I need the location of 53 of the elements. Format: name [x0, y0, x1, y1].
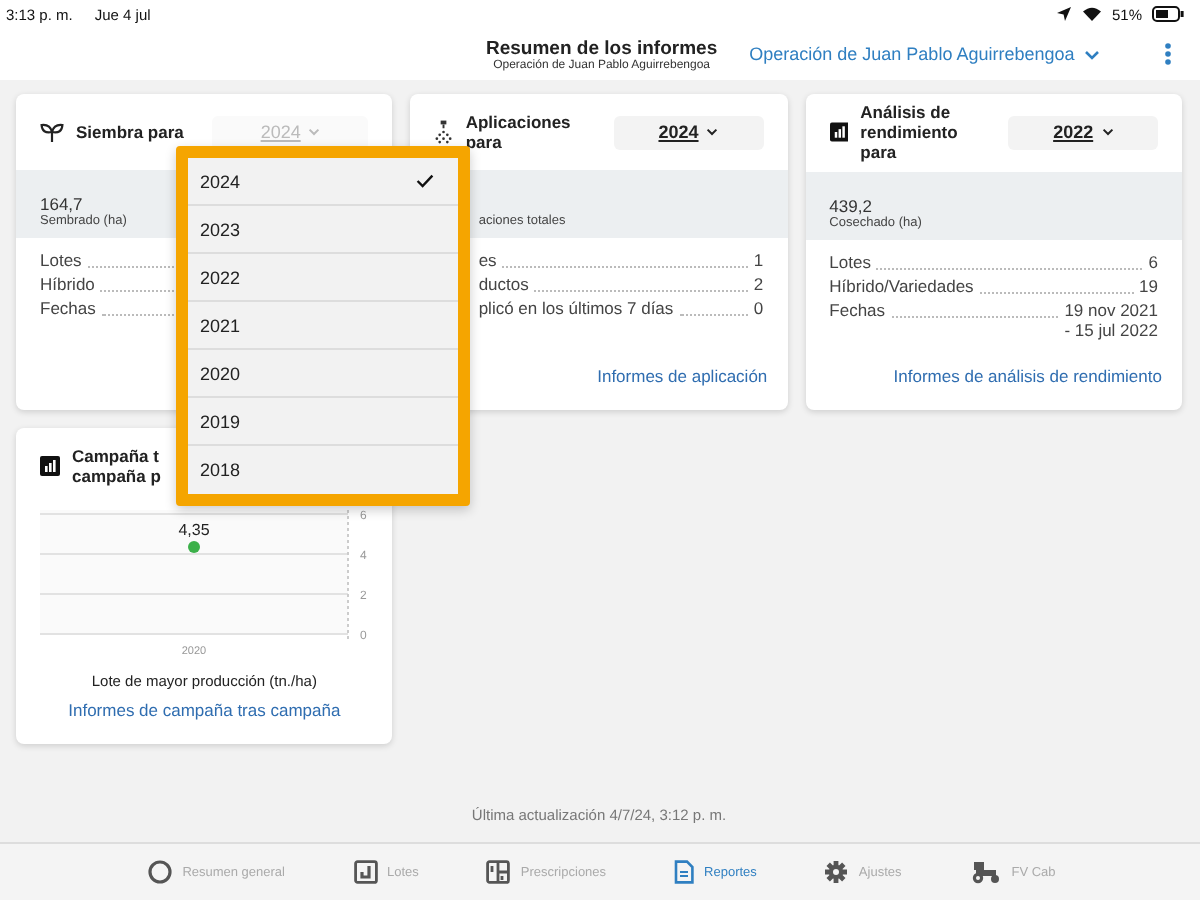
report-link[interactable]: Informes de campaña tras campaña: [16, 700, 393, 744]
row-value: 1: [753, 250, 764, 270]
year-option[interactable]: 2021: [188, 302, 458, 350]
chevron-down-icon: [308, 128, 321, 136]
card-title: Siembra para: [76, 121, 184, 143]
year-option[interactable]: 2024: [188, 158, 458, 206]
settings-icon: [824, 860, 849, 884]
year-option[interactable]: 2020: [188, 350, 458, 398]
more-icon[interactable]: [1164, 42, 1172, 66]
grid-map-icon: [486, 860, 511, 884]
year-option[interactable]: 2022: [188, 254, 458, 302]
row-label: es: [478, 250, 497, 270]
field-icon: [353, 860, 377, 884]
chevron-down-icon: [1084, 49, 1101, 59]
card-title: Análisis de rendimiento para: [860, 102, 960, 164]
year-option[interactable]: 2019: [188, 398, 458, 446]
row-value: 19 nov 2021 - 15 jul 2022: [1064, 299, 1158, 340]
year-option[interactable]: 2023: [188, 206, 458, 254]
sprayer-icon: [434, 120, 454, 144]
chart-icon: [829, 122, 849, 143]
location-icon: [1055, 6, 1072, 22]
row-label: ductos: [478, 274, 529, 294]
row-value: 6: [1148, 251, 1158, 272]
row-label: Híbrido/Variedades: [829, 275, 974, 296]
year-option[interactable]: 2018: [188, 446, 458, 494]
ring-icon: [148, 860, 173, 884]
battery-icon: [1152, 6, 1184, 22]
row-label: Híbrido: [40, 274, 95, 294]
data-label: 4,35: [178, 521, 210, 539]
wifi-icon: [1081, 6, 1102, 22]
tractor-icon: [969, 860, 1002, 884]
row-label: Lotes: [40, 250, 82, 270]
card-title: Campaña t campaña p: [72, 445, 161, 487]
report-link[interactable]: Informes de análisis de rendimiento: [805, 366, 1182, 410]
row-label: Lotes: [829, 251, 871, 272]
page-title: Resumen de los informes: [486, 37, 718, 59]
row-label: Fechas: [40, 298, 96, 318]
chart-icon: [40, 456, 60, 476]
chevron-down-icon: [706, 128, 719, 136]
document-icon: [674, 860, 695, 884]
stat-value: 164,7: [40, 194, 85, 214]
sprout-icon: [40, 122, 64, 142]
operation-selector[interactable]: Operación de Juan Pablo Aguirrebengoa: [749, 44, 1101, 64]
card-title: Aplicaciones para: [465, 111, 573, 153]
year-selector[interactable]: 2024: [613, 115, 764, 149]
row-value: 0: [753, 298, 764, 318]
stat-value: 439,2: [829, 195, 874, 216]
row-label: Fechas: [829, 299, 886, 320]
row-label: plicó en los últimos 7 días: [478, 298, 674, 318]
row-value: 2: [753, 274, 764, 294]
row-value: 19: [1139, 275, 1158, 296]
chevron-down-icon: [1101, 128, 1114, 137]
year-selector[interactable]: 2022: [1008, 115, 1158, 150]
